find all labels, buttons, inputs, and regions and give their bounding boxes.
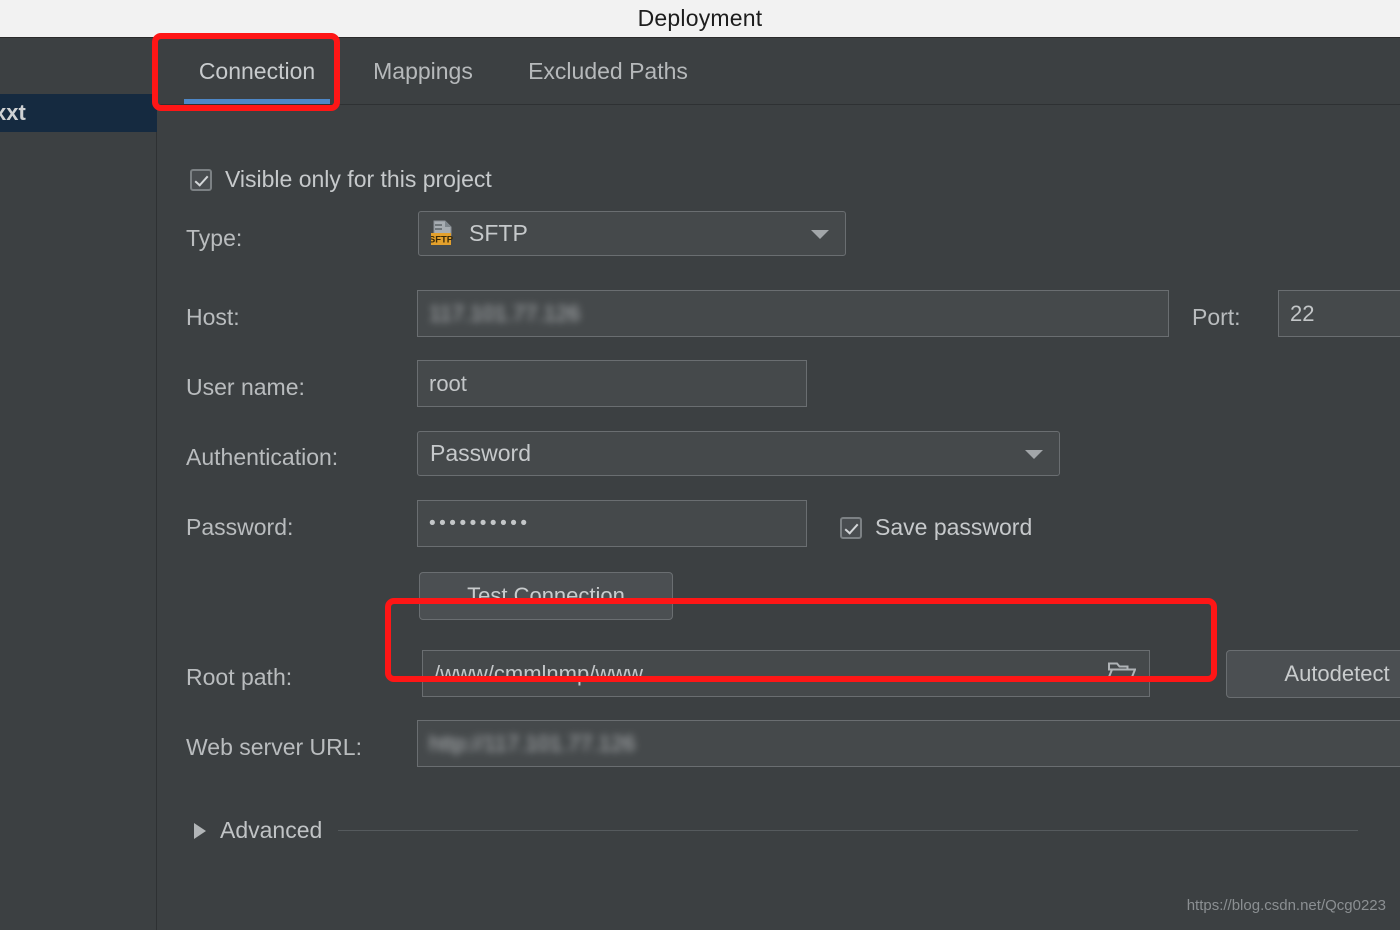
save-password-checkbox[interactable]	[840, 516, 862, 539]
visible-only-checkbox[interactable]	[190, 168, 212, 191]
web-server-url-label: Web server URL:	[186, 734, 362, 760]
window-title: Deployment	[637, 5, 763, 31]
sidebar-item-label: xxt	[0, 100, 26, 125]
authentication-label: Authentication:	[186, 444, 339, 470]
test-connection-button[interactable]: Test Connection	[419, 572, 673, 620]
password-label: Password:	[186, 514, 294, 540]
root-path-label: Root path:	[186, 664, 293, 690]
connection-form: Visible only for this project Type: SFTP…	[158, 105, 1400, 930]
save-password-checkbox-row[interactable]: Save password	[840, 514, 1032, 541]
chevron-right-icon[interactable]	[194, 822, 206, 839]
root-path-value: /www/cmmlnmp/www	[434, 660, 643, 686]
tab-connection[interactable]: Connection	[172, 39, 342, 104]
main-panel: Connection Mappings Excluded Paths Visib…	[158, 39, 1400, 930]
authentication-value: Password	[430, 440, 531, 466]
advanced-section-toggle[interactable]: Advanced	[194, 817, 1359, 844]
tab-strip: Connection Mappings Excluded Paths	[158, 39, 1400, 105]
tab-connection-label: Connection	[198, 58, 316, 84]
password-value: ••••••••••	[429, 513, 531, 534]
visible-only-label: Visible only for this project	[225, 166, 492, 192]
type-label: Type:	[186, 225, 243, 251]
watermark: https://blog.csdn.net/Qcg0223	[1186, 897, 1386, 914]
test-connection-label: Test Connection	[467, 583, 625, 608]
user-name-label: User name:	[186, 374, 305, 400]
web-server-url-value: http://117.101.77.126	[429, 730, 636, 756]
advanced-divider	[338, 830, 1359, 831]
tab-mappings-label: Mappings	[373, 58, 473, 84]
tab-mappings[interactable]: Mappings	[356, 39, 490, 104]
autodetect-button[interactable]: Autodetect	[1226, 650, 1400, 698]
host-value: 117.101.77.126	[429, 300, 581, 326]
tab-excluded-paths-label: Excluded Paths	[528, 58, 688, 84]
sidebar-item-xxt[interactable]: xxt	[0, 94, 157, 132]
user-name-input[interactable]: root	[417, 360, 807, 407]
tab-excluded-paths[interactable]: Excluded Paths	[504, 39, 712, 104]
svg-text:SFTP: SFTP	[431, 235, 454, 246]
web-server-url-input[interactable]: http://117.101.77.126	[417, 720, 1400, 767]
chevron-down-icon[interactable]	[811, 229, 829, 239]
type-combo[interactable]: SFTP SFTP	[418, 211, 846, 256]
password-input[interactable]: ••••••••••	[417, 500, 807, 547]
advanced-label: Advanced	[220, 817, 323, 843]
port-value: 22	[1290, 300, 1315, 326]
titlebar: Deployment	[0, 0, 1400, 38]
type-value: SFTP	[469, 220, 528, 246]
deployment-dialog: Deployment xxt Connection Mappings Exclu…	[0, 0, 1400, 930]
sidebar: xxt	[0, 39, 157, 930]
autodetect-label: Autodetect	[1284, 661, 1390, 686]
root-path-input[interactable]: /www/cmmlnmp/www	[422, 650, 1150, 697]
port-input[interactable]: 22	[1278, 290, 1400, 337]
host-input[interactable]: 117.101.77.126	[417, 290, 1169, 337]
sftp-icon: SFTP	[429, 220, 457, 247]
save-password-label: Save password	[875, 514, 1033, 540]
folder-icon[interactable]	[1106, 660, 1137, 687]
host-label: Host:	[186, 304, 240, 330]
port-label: Port:	[1192, 304, 1241, 330]
visible-only-checkbox-row[interactable]: Visible only for this project	[190, 166, 492, 193]
user-name-value: root	[429, 370, 467, 396]
authentication-combo[interactable]: Password	[417, 431, 1060, 476]
chevron-down-icon[interactable]	[1025, 449, 1043, 459]
